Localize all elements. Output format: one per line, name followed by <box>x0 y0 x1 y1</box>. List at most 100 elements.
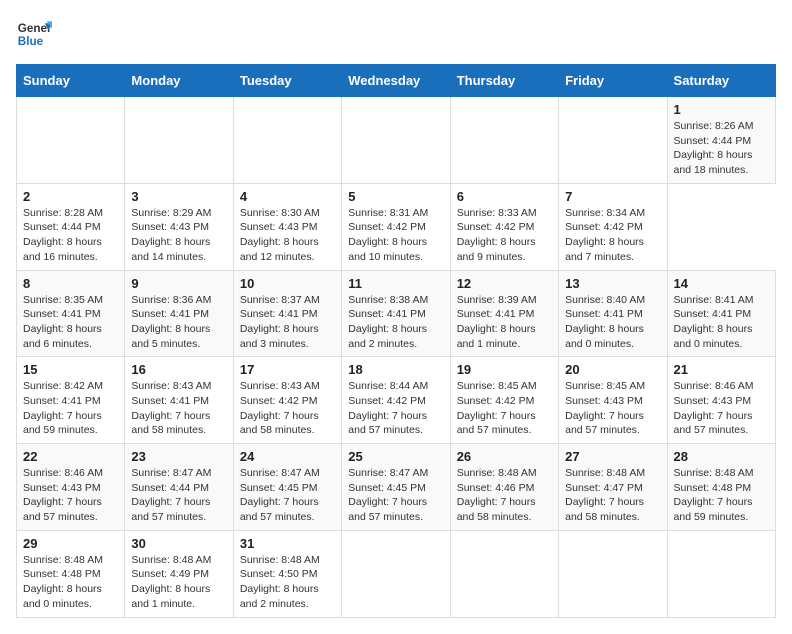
day-detail: Sunrise: 8:29 AMSunset: 4:43 PMDaylight:… <box>131 206 226 265</box>
calendar-cell: 16 Sunrise: 8:43 AMSunset: 4:41 PMDayligh… <box>125 357 233 444</box>
calendar-cell: 23 Sunrise: 8:47 AMSunset: 4:44 PMDayligh… <box>125 444 233 531</box>
day-detail: Sunrise: 8:46 AMSunset: 4:43 PMDaylight:… <box>674 379 769 438</box>
calendar-cell: 17Sunrise: 8:43 AMSunset: 4:42 PMDayligh… <box>233 357 341 444</box>
calendar-cell <box>125 97 233 184</box>
calendar-cell: 24 Sunrise: 8:47 AMSunset: 4:45 PMDayligh… <box>233 444 341 531</box>
day-number: 23 <box>131 449 226 464</box>
calendar-cell <box>559 530 667 617</box>
calendar-cell: 31Sunrise: 8:48 AMSunset: 4:50 PMDayligh… <box>233 530 341 617</box>
calendar-cell: 13 Sunrise: 8:40 AMSunset: 4:41 PMDayligh… <box>559 270 667 357</box>
day-detail: Sunrise: 8:44 AMSunset: 4:42 PMDaylight:… <box>348 379 443 438</box>
calendar-table: SundayMondayTuesdayWednesdayThursdayFrid… <box>16 64 776 618</box>
calendar-cell: 2 Sunrise: 8:28 AMSunset: 4:44 PMDaylight… <box>17 183 125 270</box>
day-of-week-header: Thursday <box>450 65 558 97</box>
day-number: 29 <box>23 536 118 551</box>
day-number: 15 <box>23 362 118 377</box>
calendar-cell: 15 Sunrise: 8:42 AMSunset: 4:41 PMDayligh… <box>17 357 125 444</box>
day-detail: Sunrise: 8:34 AMSunset: 4:42 PMDaylight:… <box>565 206 660 265</box>
calendar-cell <box>17 97 125 184</box>
calendar-week-row: 1 Sunrise: 8:26 AMSunset: 4:44 PMDaylight… <box>17 97 776 184</box>
calendar-cell: 8 Sunrise: 8:35 AMSunset: 4:41 PMDaylight… <box>17 270 125 357</box>
calendar-cell <box>342 530 450 617</box>
calendar-cell: 10 Sunrise: 8:37 AMSunset: 4:41 PMDayligh… <box>233 270 341 357</box>
day-number: 20 <box>565 362 660 377</box>
day-detail: Sunrise: 8:46 AMSunset: 4:43 PMDaylight:… <box>23 466 118 525</box>
day-detail: Sunrise: 8:33 AMSunset: 4:42 PMDaylight:… <box>457 206 552 265</box>
day-detail: Sunrise: 8:47 AMSunset: 4:45 PMDaylight:… <box>240 466 335 525</box>
calendar-cell: 14Sunrise: 8:41 AMSunset: 4:41 PMDayligh… <box>667 270 775 357</box>
day-detail: Sunrise: 8:35 AMSunset: 4:41 PMDaylight:… <box>23 293 118 352</box>
calendar-week-row: 29Sunrise: 8:48 AMSunset: 4:48 PMDayligh… <box>17 530 776 617</box>
calendar-body: 1 Sunrise: 8:26 AMSunset: 4:44 PMDaylight… <box>17 97 776 618</box>
calendar-cell: 28 Sunrise: 8:48 AMSunset: 4:48 PMDayligh… <box>667 444 775 531</box>
day-number: 18 <box>348 362 443 377</box>
day-detail: Sunrise: 8:48 AMSunset: 4:49 PMDaylight:… <box>131 553 226 612</box>
day-detail: Sunrise: 8:40 AMSunset: 4:41 PMDaylight:… <box>565 293 660 352</box>
calendar-week-row: 8 Sunrise: 8:35 AMSunset: 4:41 PMDaylight… <box>17 270 776 357</box>
day-number: 5 <box>348 189 443 204</box>
day-detail: Sunrise: 8:36 AMSunset: 4:41 PMDaylight:… <box>131 293 226 352</box>
day-detail: Sunrise: 8:45 AMSunset: 4:42 PMDaylight:… <box>457 379 552 438</box>
day-detail: Sunrise: 8:47 AMSunset: 4:44 PMDaylight:… <box>131 466 226 525</box>
day-number: 8 <box>23 276 118 291</box>
calendar-cell: 27Sunrise: 8:48 AMSunset: 4:47 PMDayligh… <box>559 444 667 531</box>
day-number: 1 <box>674 102 769 117</box>
calendar-cell: 20 Sunrise: 8:45 AMSunset: 4:43 PMDayligh… <box>559 357 667 444</box>
day-number: 9 <box>131 276 226 291</box>
day-number: 27 <box>565 449 660 464</box>
day-number: 21 <box>674 362 769 377</box>
day-number: 13 <box>565 276 660 291</box>
calendar-cell: 5 Sunrise: 8:31 AMSunset: 4:42 PMDaylight… <box>342 183 450 270</box>
calendar-cell: 11Sunrise: 8:38 AMSunset: 4:41 PMDayligh… <box>342 270 450 357</box>
day-number: 7 <box>565 189 660 204</box>
day-number: 28 <box>674 449 769 464</box>
day-number: 11 <box>348 276 443 291</box>
day-number: 2 <box>23 189 118 204</box>
day-detail: Sunrise: 8:43 AMSunset: 4:41 PMDaylight:… <box>131 379 226 438</box>
day-detail: Sunrise: 8:42 AMSunset: 4:41 PMDaylight:… <box>23 379 118 438</box>
calendar-cell: 25 Sunrise: 8:47 AMSunset: 4:45 PMDayligh… <box>342 444 450 531</box>
day-number: 4 <box>240 189 335 204</box>
day-detail: Sunrise: 8:26 AMSunset: 4:44 PMDaylight:… <box>674 119 769 178</box>
day-number: 16 <box>131 362 226 377</box>
calendar-cell: 22Sunrise: 8:46 AMSunset: 4:43 PMDayligh… <box>17 444 125 531</box>
calendar-week-row: 22Sunrise: 8:46 AMSunset: 4:43 PMDayligh… <box>17 444 776 531</box>
day-detail: Sunrise: 8:39 AMSunset: 4:41 PMDaylight:… <box>457 293 552 352</box>
day-of-week-header: Saturday <box>667 65 775 97</box>
calendar-cell <box>342 97 450 184</box>
calendar-cell: 12 Sunrise: 8:39 AMSunset: 4:41 PMDayligh… <box>450 270 558 357</box>
calendar-cell: 19 Sunrise: 8:45 AMSunset: 4:42 PMDayligh… <box>450 357 558 444</box>
day-number: 19 <box>457 362 552 377</box>
calendar-cell: 21 Sunrise: 8:46 AMSunset: 4:43 PMDayligh… <box>667 357 775 444</box>
day-of-week-header: Tuesday <box>233 65 341 97</box>
day-detail: Sunrise: 8:47 AMSunset: 4:45 PMDaylight:… <box>348 466 443 525</box>
day-of-week-header: Sunday <box>17 65 125 97</box>
day-detail: Sunrise: 8:28 AMSunset: 4:44 PMDaylight:… <box>23 206 118 265</box>
calendar-cell: 4 Sunrise: 8:30 AMSunset: 4:43 PMDaylight… <box>233 183 341 270</box>
day-number: 24 <box>240 449 335 464</box>
calendar-week-row: 15 Sunrise: 8:42 AMSunset: 4:41 PMDayligh… <box>17 357 776 444</box>
day-detail: Sunrise: 8:37 AMSunset: 4:41 PMDaylight:… <box>240 293 335 352</box>
calendar-cell <box>233 97 341 184</box>
calendar-cell: 9 Sunrise: 8:36 AMSunset: 4:41 PMDaylight… <box>125 270 233 357</box>
logo-icon: General Blue <box>16 16 52 52</box>
calendar-cell: 26Sunrise: 8:48 AMSunset: 4:46 PMDayligh… <box>450 444 558 531</box>
logo: General Blue <box>16 16 58 52</box>
day-detail: Sunrise: 8:41 AMSunset: 4:41 PMDaylight:… <box>674 293 769 352</box>
day-detail: Sunrise: 8:48 AMSunset: 4:48 PMDaylight:… <box>674 466 769 525</box>
day-detail: Sunrise: 8:43 AMSunset: 4:42 PMDaylight:… <box>240 379 335 438</box>
day-number: 26 <box>457 449 552 464</box>
calendar-cell: 7 Sunrise: 8:34 AMSunset: 4:42 PMDaylight… <box>559 183 667 270</box>
day-number: 10 <box>240 276 335 291</box>
day-detail: Sunrise: 8:31 AMSunset: 4:42 PMDaylight:… <box>348 206 443 265</box>
day-detail: Sunrise: 8:45 AMSunset: 4:43 PMDaylight:… <box>565 379 660 438</box>
calendar-header: SundayMondayTuesdayWednesdayThursdayFrid… <box>17 65 776 97</box>
day-number: 12 <box>457 276 552 291</box>
calendar-cell: 3Sunrise: 8:29 AMSunset: 4:43 PMDaylight… <box>125 183 233 270</box>
calendar-cell <box>667 530 775 617</box>
day-detail: Sunrise: 8:30 AMSunset: 4:43 PMDaylight:… <box>240 206 335 265</box>
day-number: 25 <box>348 449 443 464</box>
svg-text:Blue: Blue <box>18 35 44 48</box>
calendar-cell: 30Sunrise: 8:48 AMSunset: 4:49 PMDayligh… <box>125 530 233 617</box>
day-of-week-header: Friday <box>559 65 667 97</box>
